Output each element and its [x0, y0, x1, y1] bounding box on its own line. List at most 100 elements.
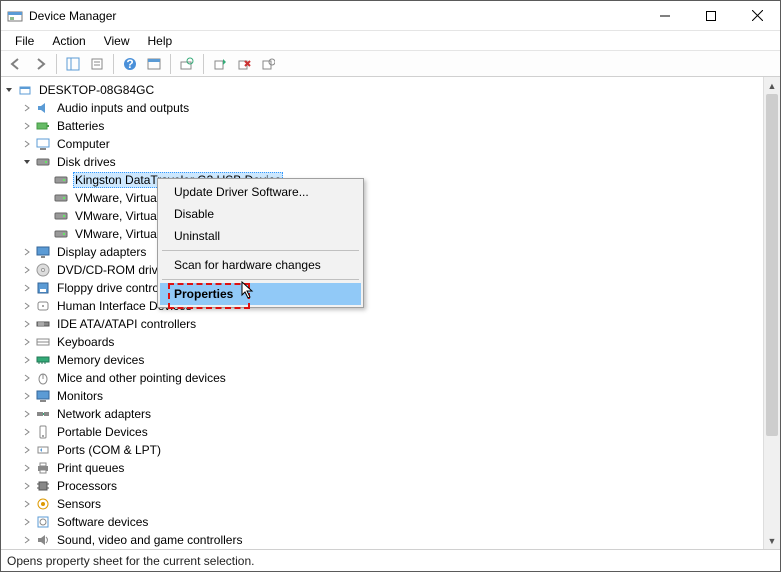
tree-label: Ports (COM & LPT) [55, 442, 163, 458]
titlebar: Device Manager [1, 1, 780, 31]
chevron-right-icon[interactable] [19, 301, 35, 311]
tree-row[interactable]: Disk drives [1, 153, 763, 171]
window-buttons [642, 1, 780, 30]
scroll-thumb[interactable] [766, 94, 778, 436]
cm-label: Properties [174, 287, 233, 301]
tree-row[interactable]: Human Interface Devices [1, 297, 763, 315]
disk-icon [53, 190, 69, 206]
action-button[interactable] [143, 53, 165, 75]
tree-row[interactable]: Floppy drive controllers [1, 279, 763, 297]
tree-scroll[interactable]: DESKTOP-08G84GCAudio inputs and outputsB… [1, 77, 763, 549]
tree-label: Portable Devices [55, 424, 150, 440]
chevron-right-icon[interactable] [19, 247, 35, 257]
floppy-icon [35, 280, 51, 296]
cm-scan-hardware[interactable]: Scan for hardware changes [160, 254, 361, 276]
forward-button[interactable] [29, 53, 51, 75]
cm-properties[interactable]: Properties [160, 283, 361, 305]
port-icon [35, 442, 51, 458]
scroll-up-icon[interactable]: ▲ [764, 77, 780, 94]
cm-update-driver[interactable]: Update Driver Software... [160, 181, 361, 203]
chevron-right-icon[interactable] [19, 319, 35, 329]
tree-row[interactable]: Sensors [1, 495, 763, 513]
sensor-icon [35, 496, 51, 512]
chevron-right-icon[interactable] [19, 427, 35, 437]
portable-icon [35, 424, 51, 440]
disable-button[interactable] [257, 53, 279, 75]
chevron-right-icon[interactable] [19, 445, 35, 455]
tree-row[interactable]: Mice and other pointing devices [1, 369, 763, 387]
tree-row[interactable]: Keyboards [1, 333, 763, 351]
tree-row[interactable]: DVD/CD-ROM drives [1, 261, 763, 279]
menu-view[interactable]: View [96, 32, 138, 50]
display-icon [35, 244, 51, 260]
scroll-down-icon[interactable]: ▼ [764, 532, 780, 549]
chevron-down-icon[interactable] [19, 157, 35, 167]
tree-row[interactable]: Audio inputs and outputs [1, 99, 763, 117]
close-button[interactable] [734, 1, 780, 30]
minimize-button[interactable] [642, 1, 688, 30]
help-button[interactable]: ? [119, 53, 141, 75]
tree-row[interactable]: Software devices [1, 513, 763, 531]
chevron-right-icon[interactable] [19, 499, 35, 509]
chevron-down-icon[interactable] [1, 85, 17, 95]
tree-row[interactable]: VMware, Virtual disk [1, 189, 763, 207]
chevron-right-icon[interactable] [19, 409, 35, 419]
toolbar-separator [170, 54, 171, 74]
tree-row[interactable]: Memory devices [1, 351, 763, 369]
tree-row[interactable]: Batteries [1, 117, 763, 135]
tree-label: Disk drives [55, 154, 118, 170]
tree-row[interactable]: Kingston DataTraveler G3 USB Device [1, 171, 763, 189]
properties-toolbar-button[interactable] [86, 53, 108, 75]
chevron-right-icon[interactable] [19, 265, 35, 275]
tree-row[interactable]: Network adapters [1, 405, 763, 423]
menu-action[interactable]: Action [44, 32, 93, 50]
uninstall-button[interactable] [233, 53, 255, 75]
tree-row[interactable]: IDE ATA/ATAPI controllers [1, 315, 763, 333]
status-text: Opens property sheet for the current sel… [7, 554, 254, 568]
chevron-right-icon[interactable] [19, 481, 35, 491]
chevron-right-icon[interactable] [19, 463, 35, 473]
tree-row[interactable]: Portable Devices [1, 423, 763, 441]
device-tree: DESKTOP-08G84GCAudio inputs and outputsB… [1, 77, 763, 549]
chevron-right-icon[interactable] [19, 121, 35, 131]
tree-label: Memory devices [55, 352, 146, 368]
toolbar: ? [1, 51, 780, 77]
menu-file[interactable]: File [7, 32, 42, 50]
toolbar-separator [203, 54, 204, 74]
context-menu: Update Driver Software... Disable Uninst… [157, 178, 364, 308]
tree-row[interactable]: DESKTOP-08G84GC [1, 81, 763, 99]
toolbar-separator [113, 54, 114, 74]
tree-row[interactable]: VMware, Virtual disk [1, 225, 763, 243]
show-hide-tree-button[interactable] [62, 53, 84, 75]
cm-disable[interactable]: Disable [160, 203, 361, 225]
back-button[interactable] [5, 53, 27, 75]
tree-row[interactable]: Sound, video and game controllers [1, 531, 763, 549]
chevron-right-icon[interactable] [19, 535, 35, 545]
tree-row[interactable]: Display adapters [1, 243, 763, 261]
menu-help[interactable]: Help [140, 32, 181, 50]
chevron-right-icon[interactable] [19, 373, 35, 383]
tree-row[interactable]: Monitors [1, 387, 763, 405]
update-driver-button[interactable] [209, 53, 231, 75]
chevron-right-icon[interactable] [19, 103, 35, 113]
vertical-scrollbar[interactable]: ▲ ▼ [763, 77, 780, 549]
monitor-icon [35, 388, 51, 404]
tree-row[interactable]: Processors [1, 477, 763, 495]
tree-label: Sensors [55, 496, 103, 512]
tree-row[interactable]: Print queues [1, 459, 763, 477]
scroll-track[interactable] [764, 94, 780, 532]
tree-row[interactable]: Ports (COM & LPT) [1, 441, 763, 459]
chevron-right-icon[interactable] [19, 391, 35, 401]
cm-uninstall[interactable]: Uninstall [160, 225, 361, 247]
tree-row[interactable]: VMware, Virtual disk [1, 207, 763, 225]
keyboard-icon [35, 334, 51, 350]
scan-hardware-button[interactable] [176, 53, 198, 75]
chevron-right-icon[interactable] [19, 517, 35, 527]
chevron-right-icon[interactable] [19, 355, 35, 365]
chevron-right-icon[interactable] [19, 139, 35, 149]
tree-row[interactable]: Computer [1, 135, 763, 153]
maximize-button[interactable] [688, 1, 734, 30]
chevron-right-icon[interactable] [19, 337, 35, 347]
chevron-right-icon[interactable] [19, 283, 35, 293]
tree-label: Keyboards [55, 334, 116, 350]
